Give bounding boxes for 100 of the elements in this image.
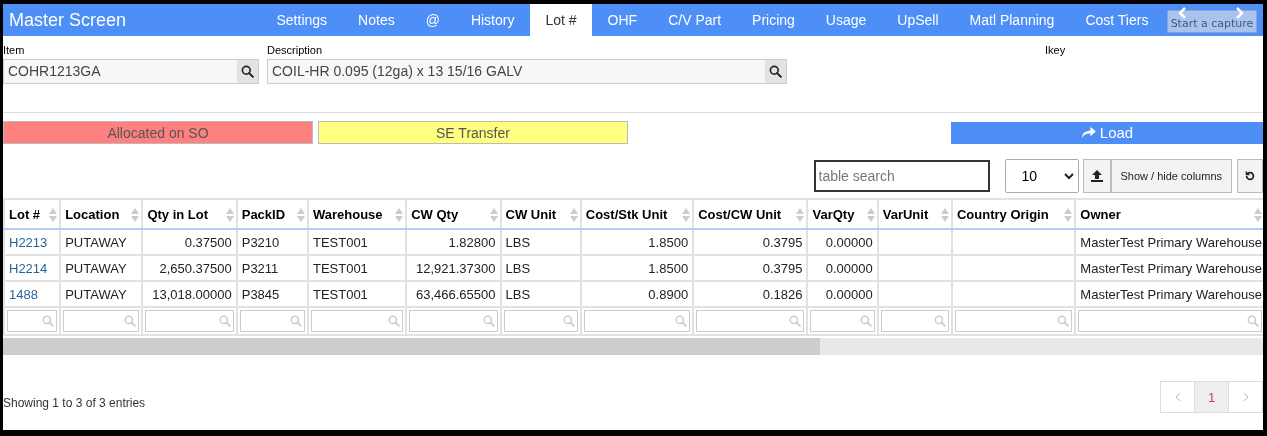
item-field[interactable]: COHR1213GA bbox=[3, 59, 259, 84]
sort-icon[interactable] bbox=[131, 208, 140, 222]
entries-info: Showing 1 to 3 of 3 entries bbox=[3, 396, 146, 410]
sort-icon[interactable] bbox=[569, 208, 578, 222]
sort-icon[interactable] bbox=[49, 208, 58, 222]
column-header[interactable]: Owner bbox=[1075, 199, 1263, 229]
column-filter-field[interactable] bbox=[145, 310, 234, 332]
column-header[interactable]: VarQty bbox=[807, 199, 878, 229]
column-header[interactable]: Location bbox=[60, 199, 143, 229]
table-cell: LBS bbox=[500, 281, 581, 307]
table-cell: PUTAWAY bbox=[60, 229, 143, 255]
sort-icon[interactable] bbox=[1064, 208, 1073, 222]
table-cell: LBS bbox=[500, 229, 581, 255]
column-filter-field[interactable] bbox=[954, 310, 1073, 332]
column-filter-field[interactable] bbox=[310, 310, 404, 332]
table-cell: 0.00000 bbox=[807, 255, 878, 281]
column-header[interactable]: PackID bbox=[236, 199, 308, 229]
column-header[interactable]: Cost/Stk Unit bbox=[580, 199, 694, 229]
table-cell: 0.00000 bbox=[807, 229, 878, 255]
table-cell: 12,921.37300 bbox=[406, 255, 501, 281]
sort-icon[interactable] bbox=[225, 208, 234, 222]
search-icon bbox=[218, 315, 231, 327]
page-size-select[interactable]: 10 bbox=[1004, 159, 1079, 193]
table-cell: PUTAWAY bbox=[60, 255, 143, 281]
sort-icon[interactable] bbox=[940, 208, 949, 222]
column-filter-field[interactable] bbox=[239, 310, 305, 332]
table-cell: P3845 bbox=[236, 281, 308, 307]
table-cell: 13,018.00000 bbox=[142, 281, 237, 307]
column-filter-field[interactable] bbox=[583, 310, 691, 332]
upload-icon bbox=[1089, 169, 1104, 183]
column-header[interactable]: Warehouse bbox=[307, 199, 407, 229]
table-cell: LBS bbox=[500, 255, 581, 281]
column-filter-field[interactable] bbox=[7, 310, 58, 332]
sort-icon[interactable] bbox=[1254, 208, 1262, 222]
search-icon bbox=[562, 315, 575, 327]
search-icon bbox=[933, 315, 946, 327]
sort-icon[interactable] bbox=[395, 208, 404, 222]
column-header[interactable]: Qty in Lot bbox=[142, 199, 237, 229]
field-label: Ikey bbox=[1045, 44, 1067, 58]
table-cell: 0.8900 bbox=[580, 281, 694, 307]
table-cell: 0.37500 bbox=[142, 229, 237, 255]
table-search-field[interactable]: table search bbox=[813, 160, 990, 192]
search-icon bbox=[388, 315, 401, 327]
table-cell: 0.1826 bbox=[693, 281, 808, 307]
table-cell: TEST001 bbox=[307, 255, 407, 281]
column-filter-field[interactable] bbox=[63, 310, 140, 332]
sort-icon[interactable] bbox=[489, 208, 498, 222]
chevron-left-icon[interactable] bbox=[1174, 392, 1181, 402]
column-header[interactable]: Country Origin bbox=[951, 199, 1076, 229]
table-cell: 1.8500 bbox=[580, 229, 694, 255]
search-icon bbox=[241, 65, 254, 78]
column-filter-field[interactable] bbox=[503, 310, 578, 332]
table-cell: 0.3795 bbox=[693, 229, 808, 255]
chevron-down-icon bbox=[1063, 172, 1074, 180]
reset-icon bbox=[1244, 169, 1256, 183]
nav-tab[interactable]: Lot # bbox=[529, 4, 593, 36]
sort-icon[interactable] bbox=[796, 208, 805, 222]
column-filter-field[interactable] bbox=[1078, 310, 1262, 332]
page-button[interactable]: 1 bbox=[1194, 382, 1228, 412]
table-cell: TEST001 bbox=[307, 281, 407, 307]
column-filter-field[interactable] bbox=[409, 310, 498, 332]
table-cell: TEST001 bbox=[307, 229, 407, 255]
search-icon bbox=[482, 315, 495, 327]
legend-label: SE Transfer bbox=[318, 121, 628, 144]
search-icon bbox=[789, 315, 802, 327]
search-icon bbox=[859, 315, 872, 327]
search-icon bbox=[1057, 315, 1070, 327]
lot-link[interactable]: H2214 bbox=[4, 255, 61, 281]
search-icon bbox=[42, 315, 55, 327]
table-cell: 2,650.37500 bbox=[142, 255, 237, 281]
table-cell: P3211 bbox=[236, 255, 308, 281]
sort-icon[interactable] bbox=[866, 208, 875, 222]
horizontal-scrollbar[interactable] bbox=[3, 338, 1263, 355]
legend-label: Allocated on SO bbox=[3, 121, 313, 144]
column-header[interactable]: CW Unit bbox=[500, 199, 581, 229]
column-filter-field[interactable] bbox=[810, 310, 875, 332]
column-header[interactable]: CW Qty bbox=[406, 199, 501, 229]
field-label: Description bbox=[267, 44, 324, 58]
app-title: Master Screen bbox=[8, 9, 128, 31]
search-icon bbox=[124, 315, 137, 327]
table-cell: PUTAWAY bbox=[60, 281, 143, 307]
sort-icon[interactable] bbox=[296, 208, 305, 222]
sort-icon[interactable] bbox=[682, 208, 691, 222]
reset-button[interactable] bbox=[1237, 159, 1263, 193]
column-header[interactable]: VarUnit bbox=[877, 199, 952, 229]
lot-link[interactable]: H2213 bbox=[4, 229, 61, 255]
column-header[interactable]: Cost/CW Unit bbox=[693, 199, 808, 229]
lot-link[interactable]: 1488 bbox=[4, 281, 61, 307]
share-arrow-icon bbox=[1080, 126, 1096, 139]
description-field[interactable]: COIL-HR 0.095 (12ga) x 13 15/16 GALV bbox=[267, 59, 787, 84]
table-cell: P3210 bbox=[236, 229, 308, 255]
table-cell: 0.00000 bbox=[807, 281, 878, 307]
export-button[interactable] bbox=[1082, 159, 1111, 193]
column-header[interactable]: Lot # bbox=[4, 199, 61, 229]
show-hide-columns-button[interactable]: Show / hide columns bbox=[1110, 159, 1232, 193]
chevron-right-icon[interactable] bbox=[1242, 392, 1249, 402]
column-filter-field[interactable] bbox=[880, 310, 949, 332]
capture-button[interactable]: Start a capture bbox=[1167, 10, 1257, 33]
table-cell: 0.3795 bbox=[693, 255, 808, 281]
column-filter-field[interactable] bbox=[696, 310, 805, 332]
